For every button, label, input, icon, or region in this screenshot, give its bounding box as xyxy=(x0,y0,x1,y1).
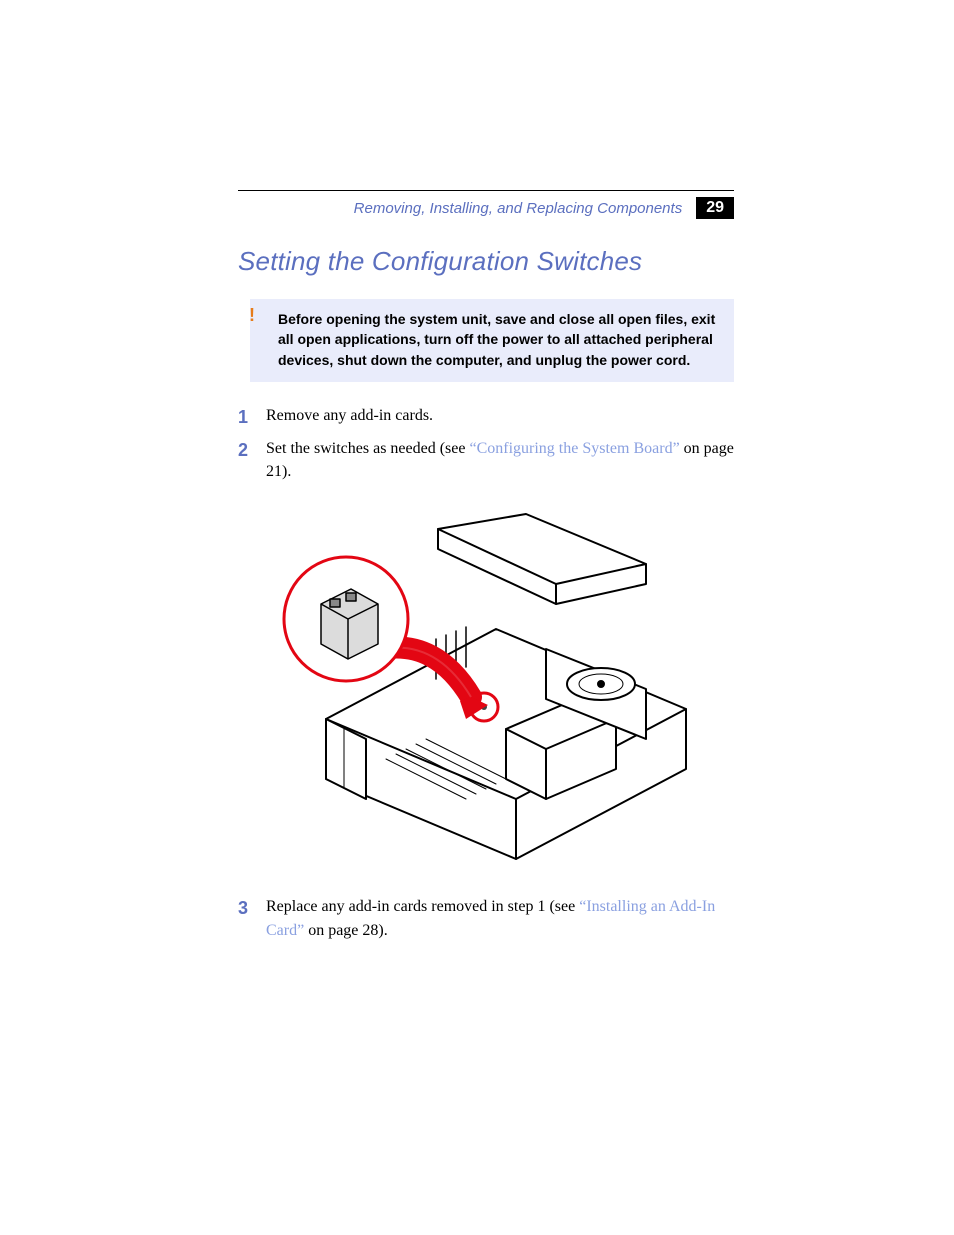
step-2: 2 Set the switches as needed (see “Confi… xyxy=(238,437,734,483)
step-list-continued: 3 Replace any add-in cards removed in st… xyxy=(238,895,734,941)
step-number: 1 xyxy=(238,404,248,430)
content-area: Setting the Configuration Switches ! Bef… xyxy=(238,246,734,952)
step-number: 3 xyxy=(238,895,248,921)
step-number: 2 xyxy=(238,437,248,463)
page: Removing, Installing, and Replacing Comp… xyxy=(0,0,954,1235)
running-header: Removing, Installing, and Replacing Comp… xyxy=(354,197,734,219)
figure-container xyxy=(238,509,734,879)
cross-reference-link[interactable]: “Configuring the System Board” xyxy=(469,440,679,457)
step-3: 3 Replace any add-in cards removed in st… xyxy=(238,895,734,941)
running-head-text: Removing, Installing, and Replacing Comp… xyxy=(354,200,683,217)
step-text: Replace any add-in cards removed in step… xyxy=(266,898,579,915)
header-rule xyxy=(238,190,734,191)
step-text: on page 28). xyxy=(304,922,388,939)
page-number: 29 xyxy=(696,197,734,219)
step-list: 1 Remove any add-in cards. 2 Set the swi… xyxy=(238,404,734,484)
step-1: 1 Remove any add-in cards. xyxy=(238,404,734,427)
step-text: Set the switches as needed (see xyxy=(266,440,469,457)
caution-box: ! Before opening the system unit, save a… xyxy=(250,299,734,382)
section-heading: Setting the Configuration Switches xyxy=(238,246,734,277)
configuration-switch-figure xyxy=(266,509,706,879)
caution-icon: ! xyxy=(249,305,255,326)
caution-text: Before opening the system unit, save and… xyxy=(278,309,720,370)
step-text: Remove any add-in cards. xyxy=(266,407,433,424)
